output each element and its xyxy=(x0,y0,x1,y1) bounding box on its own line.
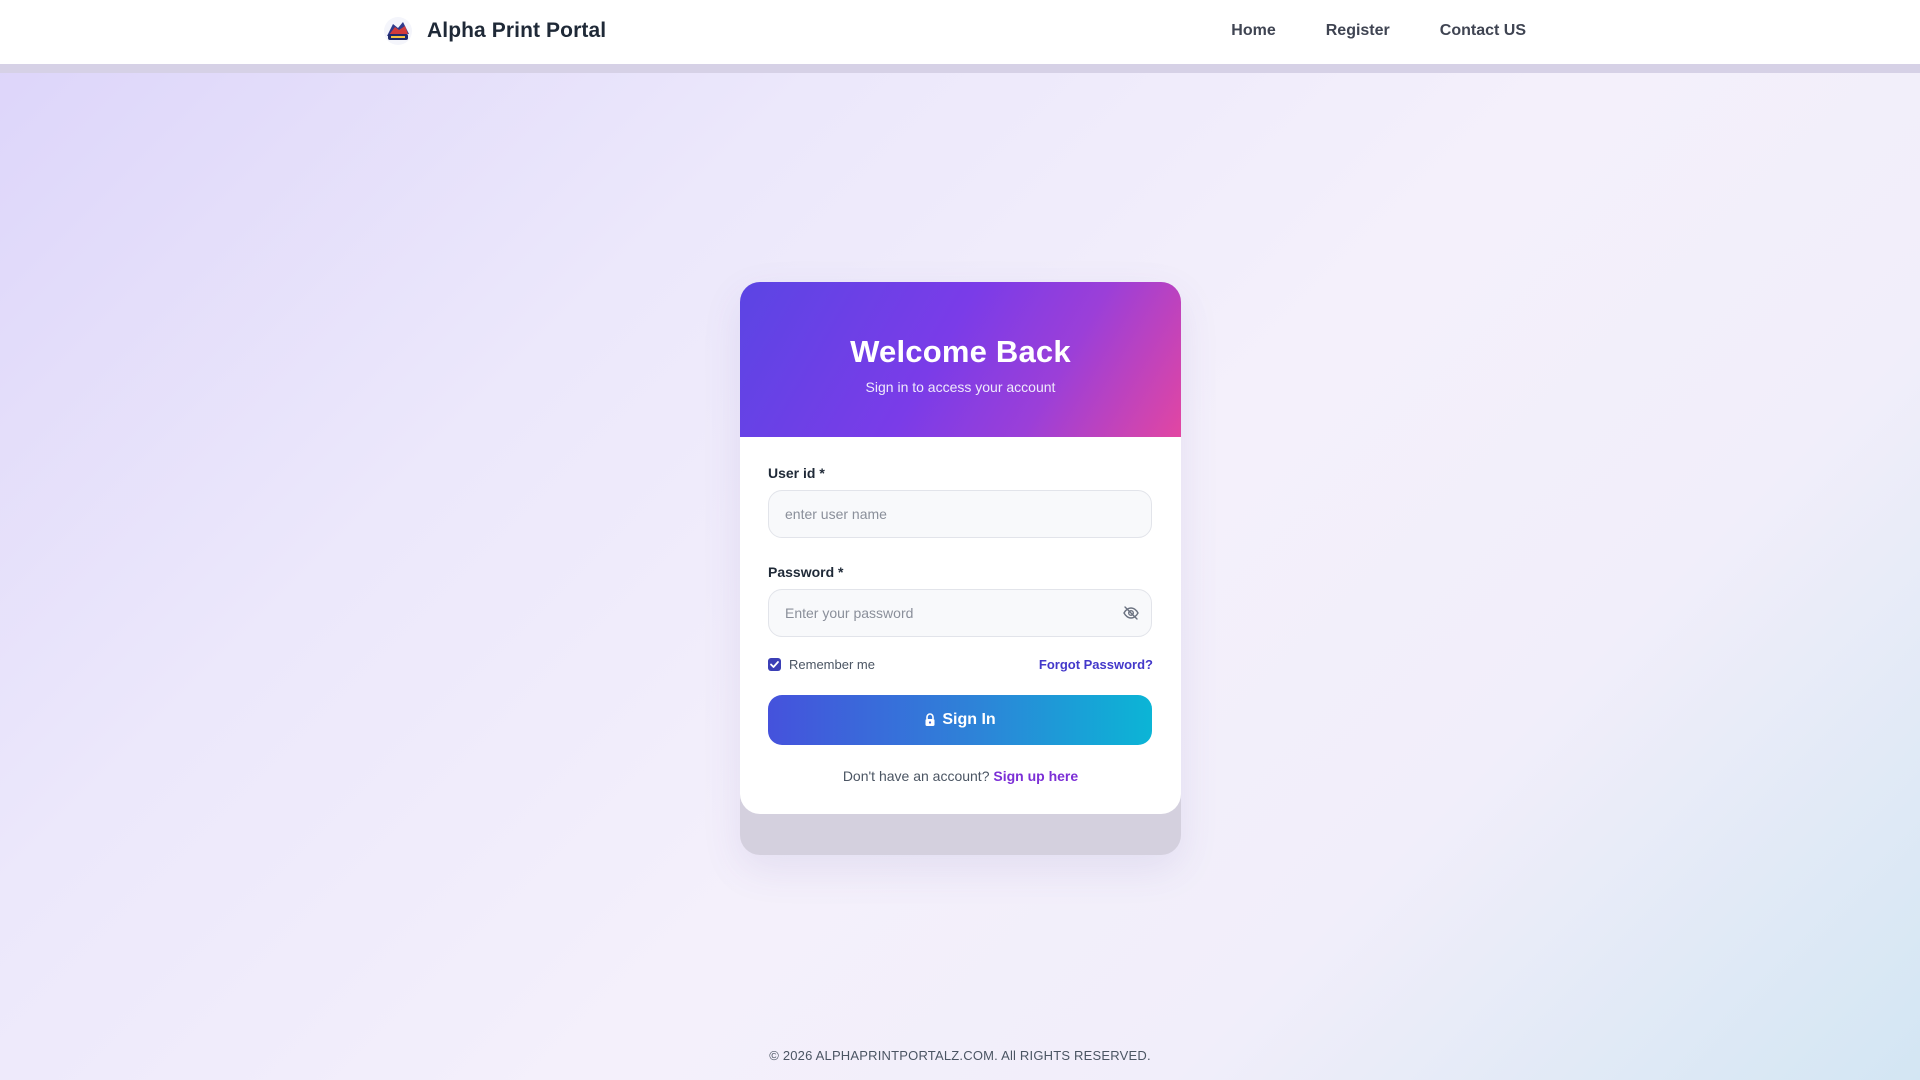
sign-in-label: Sign In xyxy=(942,711,996,728)
page-subtitle: Sign in to access your account xyxy=(865,379,1056,395)
signup-link[interactable]: Sign up here xyxy=(993,768,1078,784)
sign-in-button[interactable]: Sign In xyxy=(768,695,1152,745)
user-id-label: User id * xyxy=(768,465,825,481)
main-nav: Home Register Contact US xyxy=(1231,22,1526,40)
lock-icon xyxy=(924,713,936,727)
remember-me: Remember me xyxy=(768,657,875,672)
top-navbar: Alpha Print Portal Home Register Contact… xyxy=(0,0,1920,73)
forgot-password-link[interactable]: Forgot Password? xyxy=(1039,657,1153,672)
password-wrapper xyxy=(768,589,1153,637)
brand[interactable]: Alpha Print Portal xyxy=(383,16,606,46)
nav-home[interactable]: Home xyxy=(1231,22,1275,40)
login-card-header: Welcome Back Sign in to access your acco… xyxy=(740,282,1181,437)
password-label: Password * xyxy=(768,564,844,580)
user-id-wrapper xyxy=(768,490,1153,538)
signup-row: Don't have an account? Sign up here xyxy=(768,768,1153,784)
remember-me-checkbox[interactable] xyxy=(768,658,781,671)
signup-prompt: Don't have an account? xyxy=(842,768,990,784)
login-card: Welcome Back Sign in to access your acco… xyxy=(740,282,1181,855)
user-id-input[interactable] xyxy=(768,490,1152,538)
nav-contact[interactable]: Contact US xyxy=(1440,22,1526,40)
remember-me-label: Remember me xyxy=(789,657,875,672)
page-title: Welcome Back xyxy=(850,334,1071,369)
options-row: Remember me Forgot Password? xyxy=(768,657,1153,672)
login-form: User id * Password * Remember me xyxy=(740,437,1181,814)
footer-copyright: © 2026 ALPHAPRINTPORTALZ.COM. All RIGHTS… xyxy=(769,1048,1151,1063)
brand-name: Alpha Print Portal xyxy=(427,19,607,42)
eye-off-icon[interactable] xyxy=(1121,603,1141,623)
alpha-logo-icon xyxy=(383,16,413,46)
nav-register[interactable]: Register xyxy=(1326,22,1390,40)
password-input[interactable] xyxy=(768,589,1152,637)
